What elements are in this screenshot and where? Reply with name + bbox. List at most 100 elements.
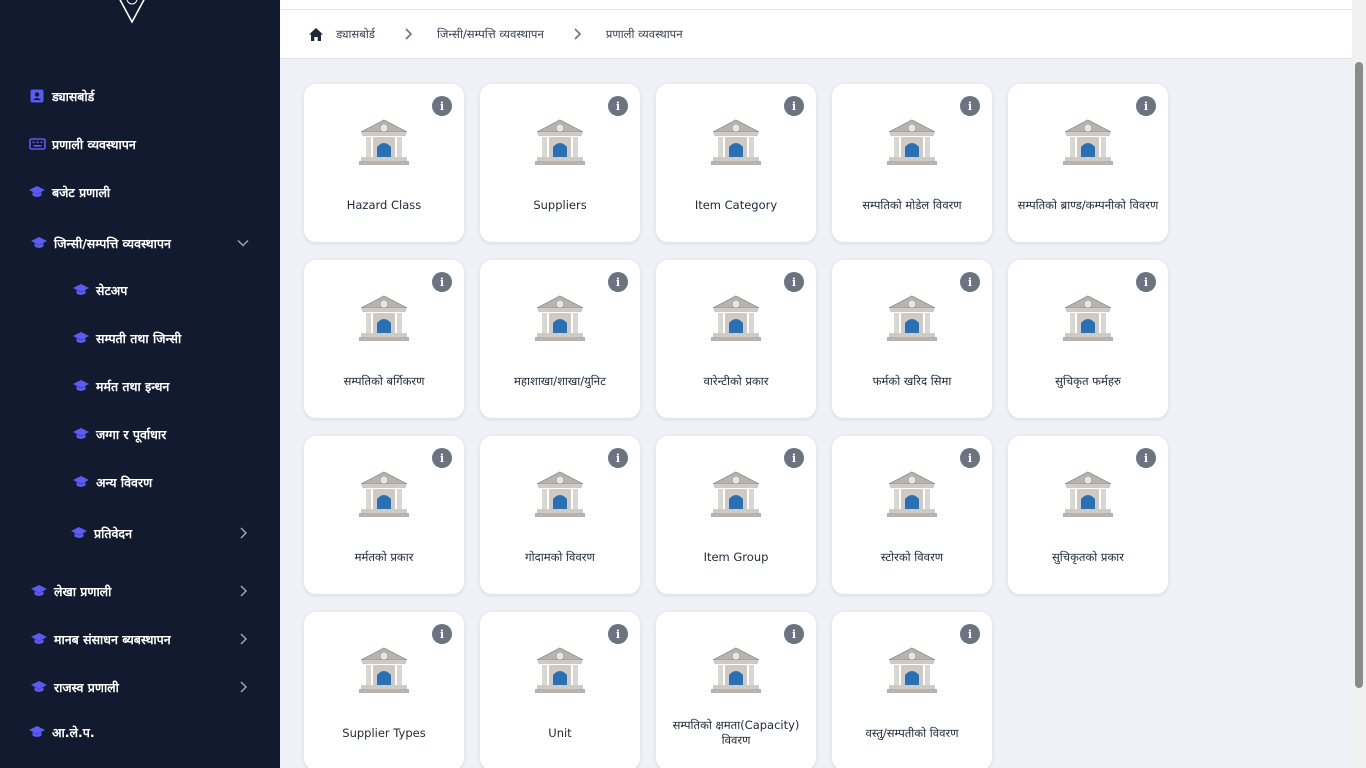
bank-icon [535, 646, 585, 694]
setup-card[interactable]: i मर्मतको प्रकार [304, 436, 464, 594]
sidebar-item-accounting[interactable]: लेखा प्रणाली [0, 573, 280, 609]
info-icon[interactable]: i [1136, 96, 1156, 116]
sidebar-item-dashboard[interactable]: ड्यासबोर्ड [0, 78, 280, 114]
bank-icon [535, 470, 585, 518]
card-label: सम्पतिको ब्राण्ड/कम्पनीको विवरण [1017, 197, 1159, 212]
scrollbar-thumb[interactable] [1355, 62, 1363, 688]
breadcrumb-item[interactable]: जिन्सी/सम्पत्ति व्यवस्थापन [437, 27, 544, 42]
sidebar-item-hr[interactable]: मानब संसाधन ब्यबस्थापन [0, 621, 280, 657]
scrollbar[interactable] [1352, 0, 1366, 768]
chevron-right-icon[interactable] [236, 584, 250, 598]
info-icon[interactable]: i [960, 96, 980, 116]
card-label: Unit [548, 725, 572, 740]
info-icon[interactable]: i [432, 272, 452, 292]
info-icon[interactable]: i [608, 624, 628, 644]
sidebar-item-assets[interactable]: सम्पती तथा जिन्सी [0, 320, 280, 356]
setup-card[interactable]: i Suppliers [480, 84, 640, 242]
bank-icon [711, 646, 761, 694]
sidebar-item-inventory[interactable]: जिन्सी/सम्पत्ति व्यवस्थापन [0, 225, 280, 261]
setup-card[interactable]: i सुचिकृत फर्महरु [1008, 260, 1168, 418]
sidebar-item-label: बजेट प्रणाली [52, 184, 111, 200]
setup-card[interactable]: i सम्पतिको मोडेल विवरण [832, 84, 992, 242]
bank-icon [887, 294, 937, 342]
info-icon[interactable]: i [784, 96, 804, 116]
chevron-down-icon[interactable] [236, 236, 250, 250]
info-icon[interactable]: i [784, 624, 804, 644]
chevron-right-icon[interactable] [236, 680, 250, 694]
info-icon[interactable]: i [784, 272, 804, 292]
info-icon[interactable]: i [960, 448, 980, 468]
graduation-cap-icon [70, 524, 88, 542]
info-icon[interactable]: i [960, 624, 980, 644]
setup-card[interactable]: i Supplier Types [304, 612, 464, 768]
setup-card[interactable]: i Item Category [656, 84, 816, 242]
sidebar-item-land-infrastructure[interactable]: जग्गा र पूर्वाधार [0, 416, 280, 452]
info-icon[interactable]: i [608, 448, 628, 468]
sidebar-item-other-details[interactable]: अन्य विवरण [0, 464, 280, 500]
info-icon[interactable]: i [1136, 448, 1156, 468]
chevron-right-icon[interactable] [236, 526, 250, 540]
sidebar-item-setup[interactable]: सेटअप [0, 272, 280, 308]
setup-card[interactable]: i सम्पतिको ब्राण्ड/कम्पनीको विवरण [1008, 84, 1168, 242]
sidebar-item-label: जिन्सी/सम्पत्ति व्यवस्थापन [54, 235, 171, 251]
setup-card[interactable]: i वस्तु/सम्पतीको विवरण [832, 612, 992, 768]
bank-icon [359, 646, 409, 694]
graduation-cap-icon [72, 377, 90, 395]
setup-card[interactable]: i स्टोरको विवरण [832, 436, 992, 594]
graduation-cap-icon [30, 234, 48, 252]
sidebar-item-system-management[interactable]: प्रणाली व्यवस्थापन [0, 126, 280, 162]
home-icon[interactable] [308, 27, 324, 42]
info-icon[interactable]: i [432, 448, 452, 468]
bank-icon [711, 470, 761, 518]
sidebar-item-label: सेटअप [96, 282, 128, 298]
sidebar-item-audit[interactable]: आ.ले.प. [0, 714, 280, 750]
bank-icon [711, 118, 761, 166]
card-label: Suppliers [533, 197, 587, 212]
info-icon[interactable]: i [608, 96, 628, 116]
card-label: मर्मतको प्रकार [354, 549, 414, 564]
bank-icon [1063, 470, 1113, 518]
bank-icon [535, 118, 585, 166]
sidebar-item-label: लेखा प्रणाली [54, 583, 112, 599]
info-icon[interactable]: i [960, 272, 980, 292]
setup-card[interactable]: i सम्पतिको बर्गिकरण [304, 260, 464, 418]
graduation-cap-icon [30, 582, 48, 600]
setup-card[interactable]: i Hazard Class [304, 84, 464, 242]
info-icon[interactable]: i [432, 624, 452, 644]
graduation-cap-icon [30, 678, 48, 696]
sidebar-item-label: राजस्व प्रणाली [54, 679, 119, 695]
chevron-right-icon[interactable] [236, 632, 250, 646]
main-content: ड्यासबोर्ड जिन्सी/सम्पत्ति व्यवस्थापन प्… [280, 0, 1352, 768]
bank-icon [887, 118, 937, 166]
sidebar-item-label: जग्गा र पूर्वाधार [96, 426, 167, 442]
card-label: वस्तु/सम्पतीको विवरण [865, 725, 959, 740]
sidebar-item-reports[interactable]: प्रतिवेदन [0, 515, 280, 551]
breadcrumb-item[interactable]: ड्यासबोर्ड [336, 27, 375, 42]
setup-card[interactable]: i Item Group [656, 436, 816, 594]
setup-card[interactable]: i वारेन्टीको प्रकार [656, 260, 816, 418]
sidebar-item-budget[interactable]: बजेट प्रणाली [0, 174, 280, 210]
sidebar-item-repair-fuel[interactable]: मर्मत तथा इन्धन [0, 368, 280, 404]
bank-icon [711, 294, 761, 342]
graduation-cap-icon [28, 183, 46, 201]
setup-card[interactable]: i सुचिकृतको प्रकार [1008, 436, 1168, 594]
card-label: गोदामको विवरण [525, 549, 595, 564]
info-icon[interactable]: i [1136, 272, 1156, 292]
card-label: सम्पतिको बर्गिकरण [343, 373, 425, 388]
setup-card[interactable]: i Unit [480, 612, 640, 768]
setup-card[interactable]: i फर्मको खरिद सिमा [832, 260, 992, 418]
setup-card[interactable]: i सम्पतिको क्षमता(Capacity) विवरण [656, 612, 816, 768]
setup-card[interactable]: i गोदामको विवरण [480, 436, 640, 594]
card-label: स्टोरको विवरण [880, 549, 944, 564]
info-icon[interactable]: i [432, 96, 452, 116]
info-icon[interactable]: i [784, 448, 804, 468]
graduation-cap-icon [28, 723, 46, 741]
id-badge-icon [28, 87, 46, 105]
card-label: महाशाखा/शाखा/युनिट [514, 373, 606, 388]
bank-icon [1063, 294, 1113, 342]
sidebar-item-revenue[interactable]: राजस्व प्रणाली [0, 669, 280, 705]
chevron-right-icon [405, 28, 413, 40]
graduation-cap-icon [72, 329, 90, 347]
setup-card[interactable]: i महाशाखा/शाखा/युनिट [480, 260, 640, 418]
info-icon[interactable]: i [608, 272, 628, 292]
